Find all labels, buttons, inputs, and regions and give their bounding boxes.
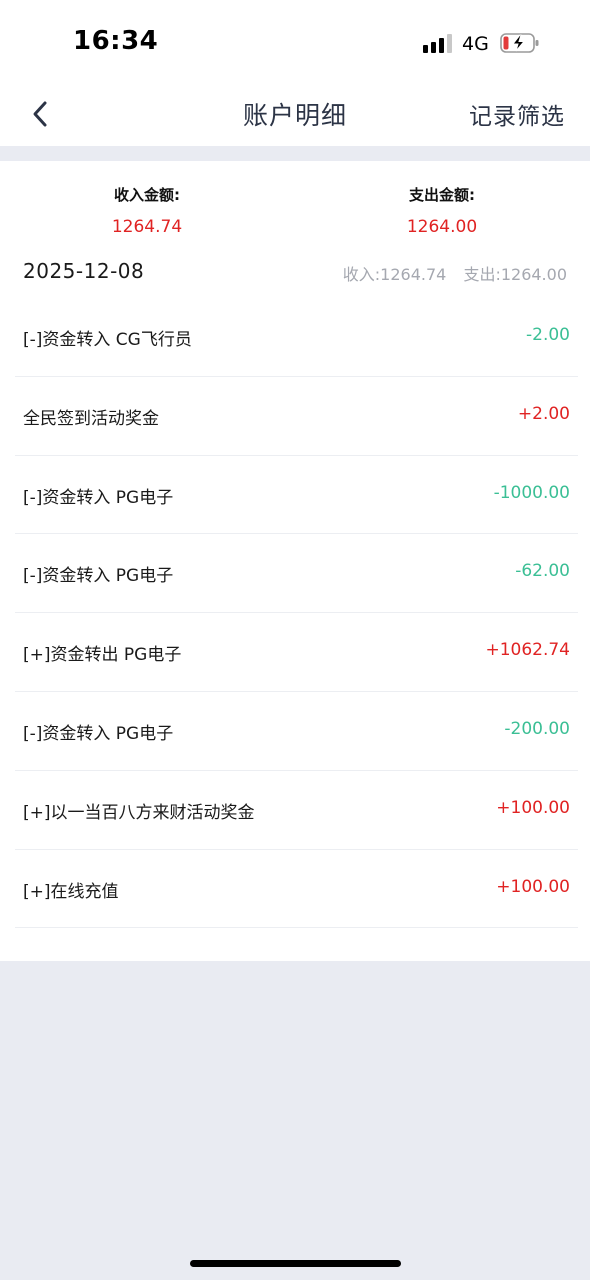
status-time: 16:34 <box>73 26 159 56</box>
record-list: [-]资金转入 CG飞行员 -2.00 全民签到活动奖金 +2.00 [-]资金… <box>15 298 578 929</box>
record-row[interactable]: [-]资金转入 PG电子 -200.00 <box>15 692 578 771</box>
record-amount: +1062.74 <box>485 640 570 661</box>
record-title: [+]在线充值 <box>23 881 119 902</box>
record-row[interactable]: [+]资金转出 PG电子 +1062.74 <box>15 613 578 692</box>
record-amount: -1000.00 <box>493 482 570 503</box>
record-amount: +100.00 <box>496 797 570 818</box>
record-title: [-]资金转入 PG电子 <box>23 487 174 508</box>
record-title: [+]以一当百八方来财活动奖金 <box>23 802 255 823</box>
record-amount: -200.00 <box>504 718 570 739</box>
expense-total-value: 1264.00 <box>406 217 478 237</box>
record-row[interactable]: [-]资金转入 CG飞行员 -2.00 <box>15 298 578 377</box>
nav-bar: 账户明细 记录筛选 <box>0 80 590 146</box>
record-title: 全民签到活动奖金 <box>23 408 159 429</box>
record-row[interactable]: [+]以一当百八方来财活动奖金 +100.00 <box>15 771 578 850</box>
status-bar: 16:34 4G <box>0 0 590 80</box>
income-total-value: 1264.74 <box>111 217 183 237</box>
record-amount: +2.00 <box>517 403 570 424</box>
account-detail-card: 收入金额: 1264.74 支出金额: 1264.00 2025-12-08 收… <box>0 161 590 961</box>
record-row[interactable]: [-]资金转入 PG电子 -62.00 <box>15 534 578 614</box>
battery-charging-icon <box>500 33 539 53</box>
signal-icon <box>423 33 453 53</box>
record-title: [-]资金转入 CG飞行员 <box>23 330 192 350</box>
record-amount: -62.00 <box>515 561 570 582</box>
date-header: 2025-12-08 <box>23 259 145 283</box>
income-total-label: 收入金额: <box>114 186 180 204</box>
network-type: 4G <box>462 33 489 55</box>
record-amount: +100.00 <box>496 876 570 897</box>
expense-total-label: 支出金额: <box>409 186 475 204</box>
record-filter-button[interactable]: 记录筛选 <box>469 97 565 131</box>
day-totals: 收入:1264.74 支出:1264.00 <box>331 261 567 285</box>
day-expense: 支出:1264.00 <box>463 265 567 284</box>
screen: 16:34 4G 账户明细 记录筛选 收入金额: 1264.74 支出金额: 1… <box>0 0 590 1280</box>
record-title: [-]资金转入 PG电子 <box>23 566 174 587</box>
record-title: [-]资金转入 PG电子 <box>23 723 174 744</box>
record-title: [+]资金转出 PG电子 <box>23 645 182 666</box>
home-indicator[interactable] <box>190 1260 401 1267</box>
record-row[interactable]: [+]在线充值 +100.00 <box>15 850 578 929</box>
record-amount: -2.00 <box>526 325 570 345</box>
record-row[interactable]: [-]资金转入 PG电子 -1000.00 <box>15 456 578 535</box>
record-row[interactable]: 全民签到活动奖金 +2.00 <box>15 377 578 456</box>
day-income: 收入:1264.74 <box>342 265 447 284</box>
